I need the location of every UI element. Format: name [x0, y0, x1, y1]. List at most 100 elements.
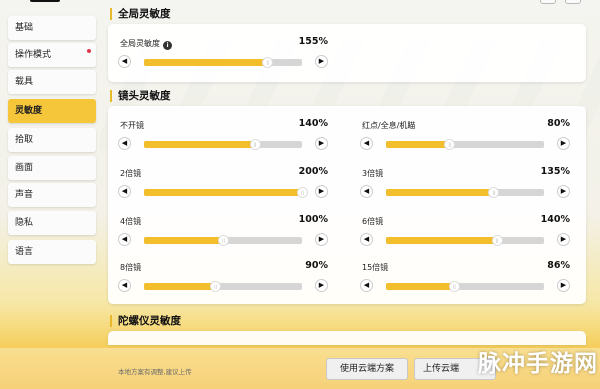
info-icon[interactable]: i [163, 41, 172, 50]
slider-scope: 2倍镜 200% ◀ || ▶ [118, 166, 328, 206]
sidebar-item-label: 基础 [15, 23, 34, 33]
decrease-arrow-icon[interactable]: ◀ [360, 185, 373, 198]
slider-knob[interactable]: || [249, 139, 261, 150]
use-cloud-plan-button[interactable]: 使用云端方案 [326, 358, 408, 380]
global-sensitivity-panel: 全局灵敏度 i 155% ◀ || ▶ [108, 24, 586, 82]
slider-track[interactable]: || [386, 281, 544, 292]
decrease-arrow-icon[interactable]: ◀ [118, 233, 131, 246]
slider-fill [386, 141, 450, 148]
increase-arrow-icon[interactable]: ▶ [315, 279, 328, 292]
slider-track[interactable]: || [144, 281, 302, 292]
top-logo-fragment [30, 0, 60, 2]
slider-fill [386, 283, 454, 290]
slider-track[interactable]: || [386, 235, 544, 246]
slider-scope: 3倍镜 135% ◀ || ▶ [360, 166, 570, 206]
increase-arrow-icon[interactable]: ▶ [557, 185, 570, 198]
sidebar-item-basic[interactable]: 基础 [8, 16, 96, 40]
slider-fill [144, 189, 302, 196]
scope-sensitivity-panel: 不开镜 140% ◀ || ▶ 红点/全息/机瞄 80% ◀ || ▶ 2倍镜 200% ◀ || ▶ 3倍镜… [108, 106, 586, 304]
slider-label: 3倍镜 [362, 169, 384, 178]
slider-value: 86% [547, 260, 570, 271]
slider-value: 90% [305, 260, 328, 271]
slider-value: 155% [298, 36, 328, 47]
slider-label: 红点/全息/机瞄 [362, 121, 416, 130]
slider-knob[interactable]: || [210, 281, 222, 292]
slider-knob[interactable]: || [297, 187, 308, 198]
slider-value: 135% [540, 166, 570, 177]
sidebar-item-label: 声音 [15, 190, 34, 200]
slider-value: 200% [298, 166, 328, 177]
sidebar-item-sensitivity[interactable]: 灵敏度 [8, 99, 96, 123]
slider-scope: 15倍镜 86% ◀ || ▶ [360, 260, 570, 300]
slider-knob[interactable]: || [488, 187, 500, 198]
slider-label: 15倍镜 [362, 263, 389, 272]
slider-value: 100% [298, 214, 328, 225]
slider-value: 140% [298, 118, 328, 129]
section-title-global: 全局灵敏度 [110, 8, 171, 20]
sidebar-item-audio[interactable]: 声音 [8, 183, 96, 207]
slider-knob[interactable]: || [448, 281, 460, 292]
slider-knob[interactable]: || [218, 235, 229, 246]
increase-arrow-icon[interactable]: ▶ [315, 233, 328, 246]
slider-scope: 不开镜 140% ◀ || ▶ [118, 118, 328, 158]
sidebar-item-control-mode[interactable]: 操作模式 [8, 43, 96, 67]
sidebar-item-graphics[interactable]: 画面 [8, 156, 96, 180]
slider-track[interactable]: || [144, 235, 302, 246]
sidebar-item-label: 操作模式 [15, 50, 52, 60]
slider-fill [386, 237, 497, 244]
slider-fill [386, 189, 494, 196]
top-button[interactable] [565, 0, 581, 4]
sidebar-item-label: 画面 [15, 163, 34, 173]
slider-track[interactable]: || [144, 57, 302, 68]
increase-arrow-icon[interactable]: ▶ [315, 185, 328, 198]
slider-scope: 4倍镜 100% ◀ || ▶ [118, 214, 328, 254]
top-button[interactable] [540, 0, 556, 4]
slider-value: 80% [547, 118, 570, 129]
slider-label: 全局灵敏度 i [120, 38, 172, 50]
slider-track[interactable]: || [386, 187, 544, 198]
sidebar-item-label: 灵敏度 [15, 106, 43, 116]
decrease-arrow-icon[interactable]: ◀ [360, 233, 373, 246]
slider-label: 6倍镜 [362, 217, 384, 226]
slider-scope: 8倍镜 90% ◀ || ▶ [118, 260, 328, 300]
sidebar-item-vehicle[interactable]: 载具 [8, 70, 96, 94]
slider-label: 不开镜 [120, 121, 144, 130]
increase-arrow-icon[interactable]: ▶ [315, 137, 328, 150]
increase-arrow-icon[interactable]: ▶ [557, 279, 570, 292]
slider-fill [144, 59, 268, 66]
increase-arrow-icon[interactable]: ▶ [315, 55, 328, 68]
slider-label: 8倍镜 [120, 263, 142, 272]
slider-value: 140% [540, 214, 570, 225]
gyro-sensitivity-panel [108, 331, 586, 345]
section-title-scope: 镜头灵敏度 [110, 90, 171, 102]
slider-fill [144, 283, 216, 290]
slider-fill [144, 141, 255, 148]
slider-scope: 6倍镜 140% ◀ || ▶ [360, 214, 570, 254]
upload-hint: 本地方案有调整,建议上传 [118, 368, 192, 376]
decrease-arrow-icon[interactable]: ◀ [118, 137, 131, 150]
increase-arrow-icon[interactable]: ▶ [557, 233, 570, 246]
decrease-arrow-icon[interactable]: ◀ [118, 55, 131, 68]
slider-global-sensitivity: 全局灵敏度 i 155% ◀ || ▶ [118, 36, 328, 76]
slider-knob[interactable]: || [491, 235, 503, 246]
sidebar-item-pickup[interactable]: 拾取 [8, 128, 96, 152]
section-title-gyro: 陀螺仪灵敏度 [110, 315, 181, 327]
decrease-arrow-icon[interactable]: ◀ [360, 279, 373, 292]
slider-label: 2倍镜 [120, 169, 142, 178]
slider-knob[interactable]: || [262, 57, 274, 68]
slider-label: 4倍镜 [120, 217, 142, 226]
slider-fill [144, 237, 223, 244]
notification-dot [87, 49, 91, 53]
slider-track[interactable]: || [144, 139, 302, 150]
decrease-arrow-icon[interactable]: ◀ [118, 279, 131, 292]
sidebar-item-language[interactable]: 语言 [8, 240, 96, 264]
increase-arrow-icon[interactable]: ▶ [557, 137, 570, 150]
sidebar-item-label: 语言 [15, 247, 34, 257]
slider-track[interactable]: || [386, 139, 544, 150]
decrease-arrow-icon[interactable]: ◀ [118, 185, 131, 198]
sidebar-item-label: 载具 [15, 77, 34, 87]
sidebar-item-privacy[interactable]: 隐私 [8, 211, 96, 235]
slider-knob[interactable]: || [444, 139, 456, 150]
slider-track[interactable]: || [144, 187, 308, 198]
decrease-arrow-icon[interactable]: ◀ [360, 137, 373, 150]
